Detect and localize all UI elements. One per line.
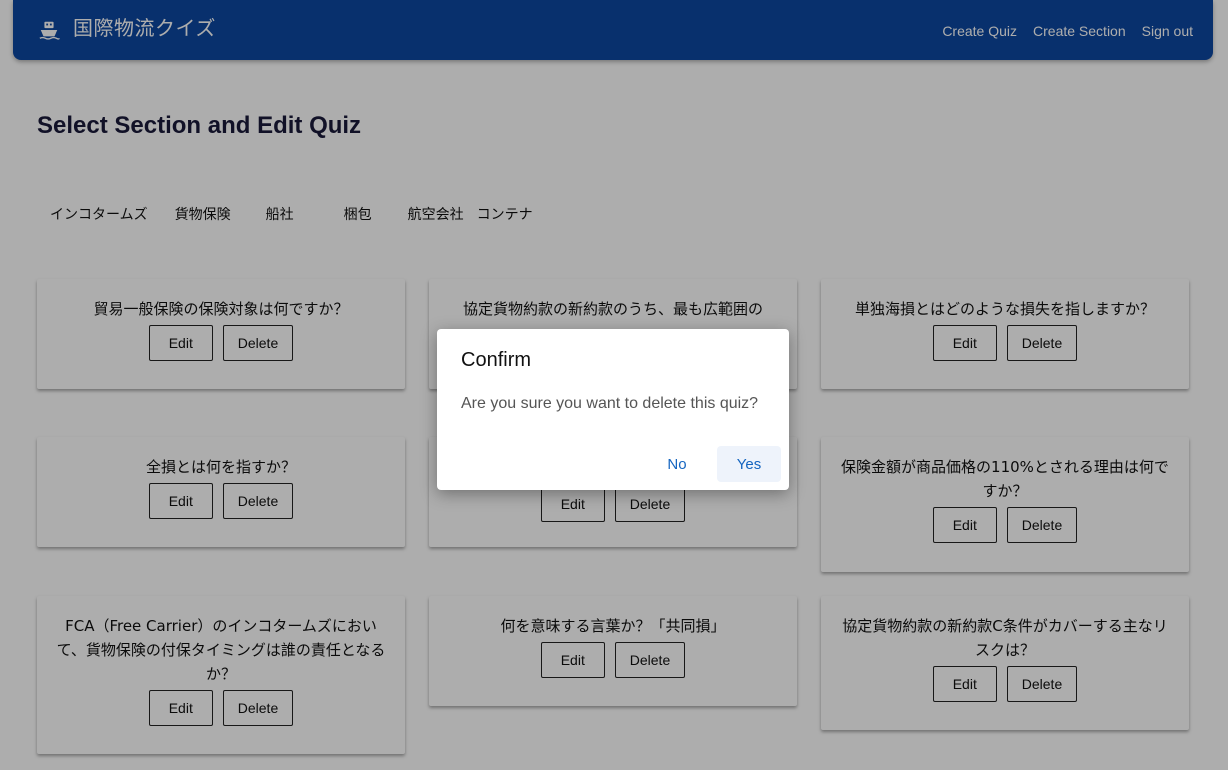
dialog-title: Confirm bbox=[461, 349, 532, 371]
yes-button[interactable]: Yes bbox=[717, 446, 781, 482]
dialog-message: Are you sure you want to delete this qui… bbox=[461, 395, 759, 412]
no-button[interactable]: No bbox=[645, 446, 709, 482]
page: 国際物流クイズ Create Quiz Create Section Sign … bbox=[0, 0, 1228, 770]
confirm-dialog: Confirm Are you sure you want to delete … bbox=[437, 329, 789, 490]
dialog-actions: No Yes bbox=[645, 446, 781, 482]
